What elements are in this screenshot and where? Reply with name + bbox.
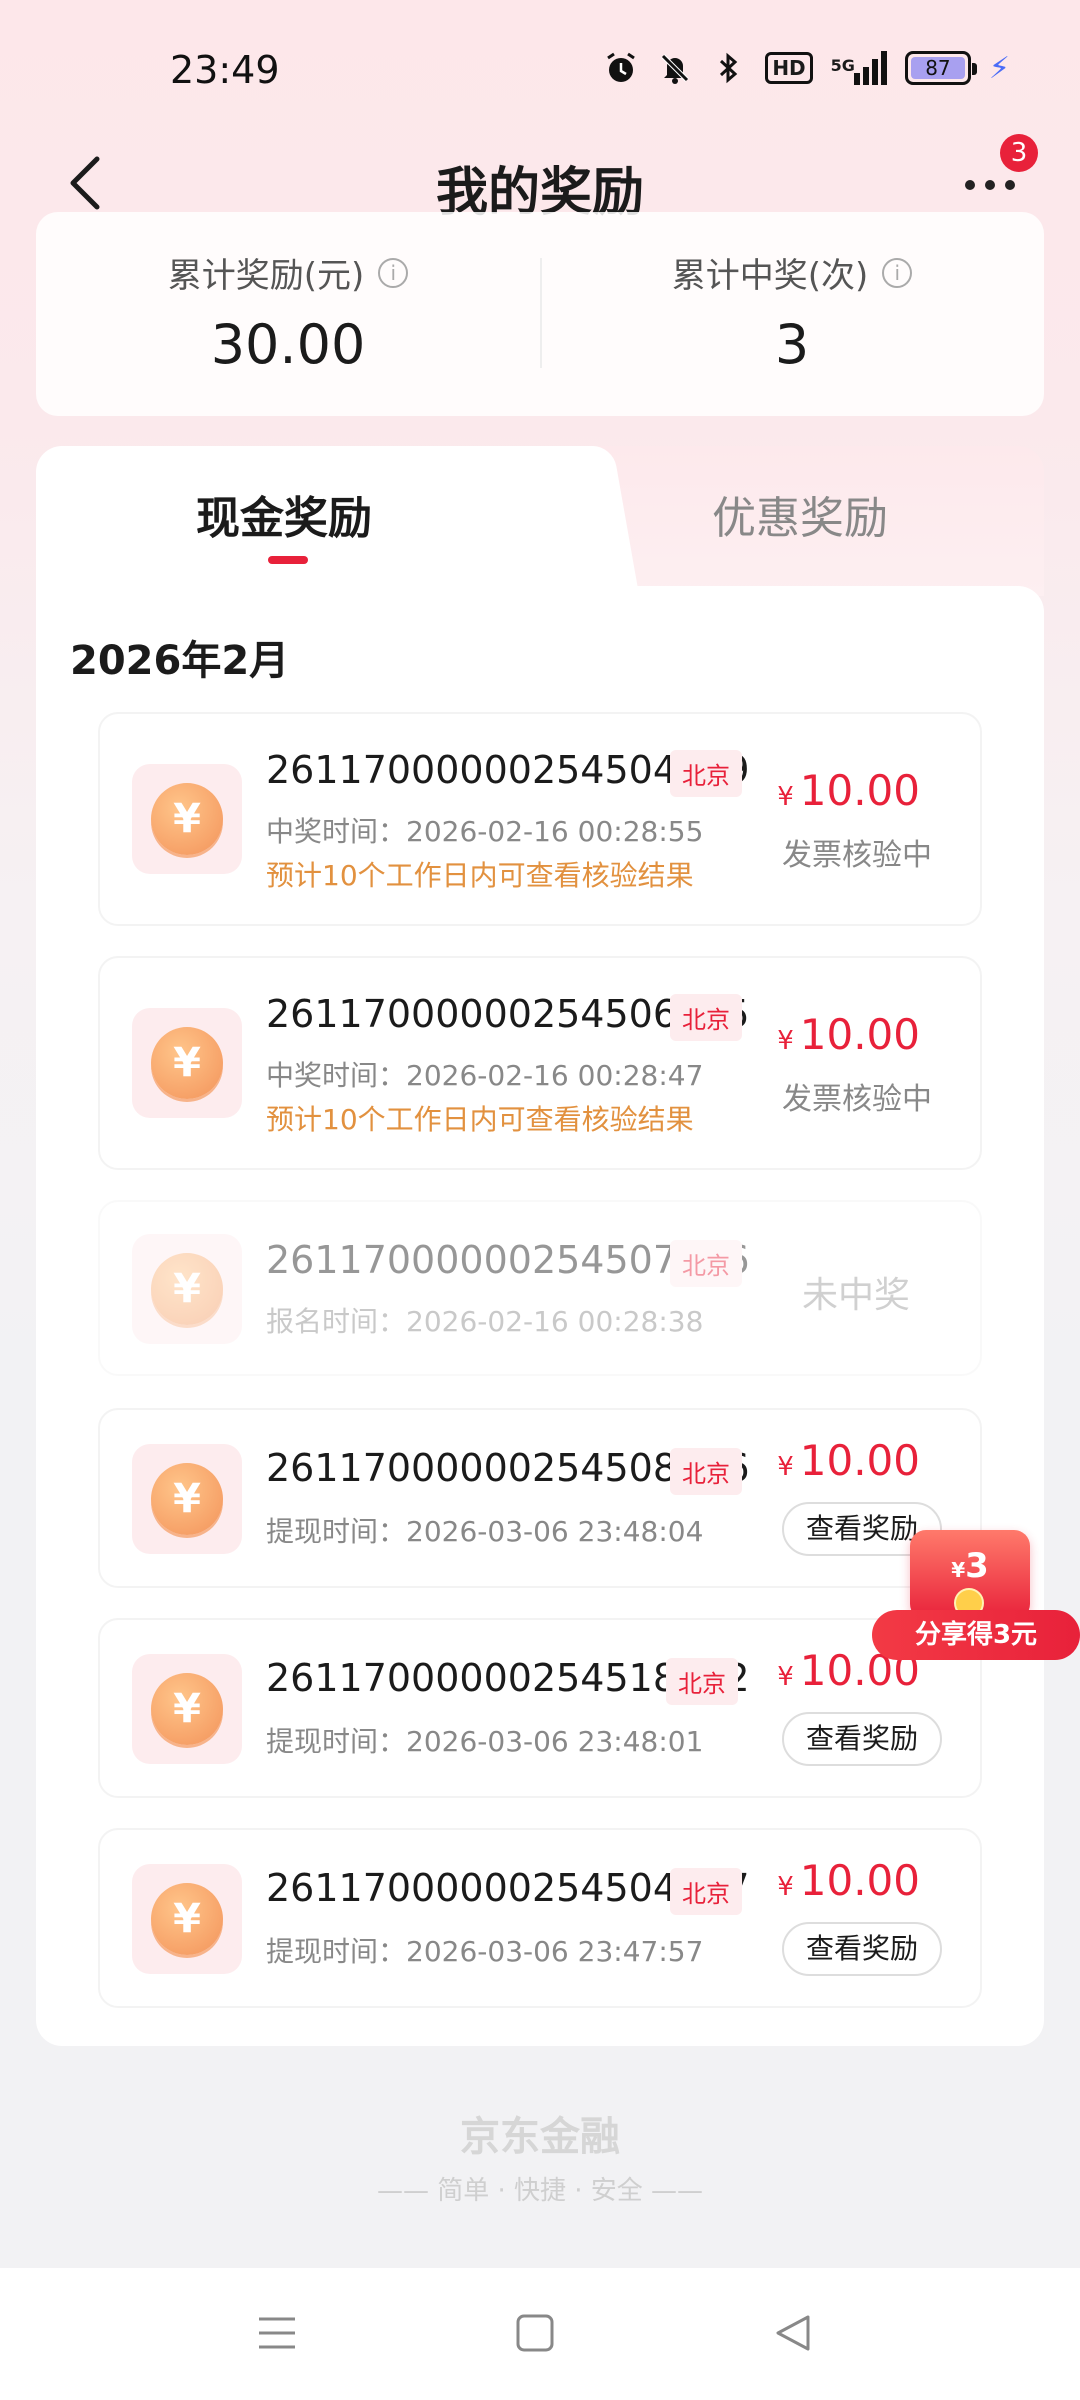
reward-amount: ¥10.00 (777, 766, 920, 815)
more-dots-icon (965, 180, 975, 190)
share-button[interactable]: 分享得3元 (872, 1610, 1080, 1660)
alarm-icon (603, 50, 639, 86)
back-triangle-icon (776, 2315, 810, 2351)
menu-nav-button[interactable] (242, 2298, 312, 2368)
time-line: 中奖时间：2026-02-16 00:28:47 (266, 1059, 704, 1092)
time-line: 提现时间：2026-03-06 23:48:01 (266, 1725, 704, 1758)
reward-item[interactable]: ¥ 26117000000254518682 北京 提现时间：2026-03-0… (98, 1618, 982, 1798)
notification-badge: 3 (1000, 134, 1038, 172)
time-line: 报名时间：2026-02-16 00:28:38 (266, 1305, 704, 1338)
charging-icon: ⚡ (988, 50, 1010, 86)
time-line: 中奖时间：2026-02-16 00:28:55 (266, 815, 704, 848)
info-icon[interactable]: i (378, 257, 409, 288)
total-reward-value: 30.00 (210, 313, 366, 376)
hd-icon: HD (765, 52, 813, 84)
tab-cash-rewards[interactable]: 现金奖励 (196, 482, 372, 546)
reward-item[interactable]: ¥ 26117000000254508326 北京 提现时间：2026-03-0… (98, 1408, 982, 1588)
verify-note: 预计10个工作日内可查看核验结果 (266, 859, 694, 892)
system-nav-bar (0, 2268, 1080, 2400)
city-tag: 北京 (670, 750, 742, 797)
coin-icon: ¥ (132, 1234, 242, 1344)
city-tag: 北京 (670, 1240, 742, 1287)
time-line: 提现时间：2026-03-06 23:48:04 (266, 1515, 704, 1548)
status-icons: HD 5G 87 ⚡ (603, 50, 1010, 86)
mute-bell-icon (657, 50, 693, 86)
city-tag: 北京 (670, 1448, 742, 1495)
brand-logo: 京东金融 (460, 2114, 620, 2160)
info-icon[interactable]: i (882, 257, 913, 288)
total-wins-value: 3 (774, 313, 810, 376)
coin-icon: ¥ (132, 764, 242, 874)
total-wins: 累计中奖(次) i 3 (540, 212, 1044, 416)
time-line: 提现时间：2026-03-06 23:47:57 (266, 1935, 704, 1968)
tab-indicator (268, 556, 308, 564)
verify-note: 预计10个工作日内可查看核验结果 (266, 1103, 694, 1136)
reward-item[interactable]: ¥ 26117000000254504807 北京 提现时间：2026-03-0… (98, 1828, 982, 2008)
coin-icon: ¥ (132, 1444, 242, 1554)
reward-status: 发票核验中 (782, 838, 932, 873)
city-tag: 北京 (670, 994, 742, 1041)
rewards-panel: 现金奖励 优惠奖励 2026年2月 ¥ 26117000000254504999… (36, 446, 1044, 2046)
share-amount: ¥3 (951, 1546, 989, 1586)
brand-slogan: —— 简单 · 快捷 · 安全 —— (376, 2176, 704, 2206)
city-tag: 北京 (666, 1658, 738, 1705)
view-reward-button[interactable]: 查看奖励 (782, 1712, 942, 1766)
coin-icon: ¥ (132, 1008, 242, 1118)
status-time: 23:49 (170, 48, 280, 92)
city-tag: 北京 (670, 1868, 742, 1915)
reward-item[interactable]: ¥ 26117000000254506505 北京 中奖时间：2026-02-1… (98, 956, 982, 1170)
status-bar: 23:49 HD 5G 87 ⚡ (0, 0, 1080, 130)
home-square-icon (516, 2314, 554, 2352)
reward-amount: ¥10.00 (777, 1010, 920, 1059)
reward-amount: ¥10.00 (777, 1856, 920, 1905)
battery-icon: 87 (904, 51, 977, 85)
total-reward: 累计奖励(元) i 30.00 (36, 212, 540, 416)
reward-amount: ¥10.00 (777, 1436, 920, 1485)
total-wins-label: 累计中奖(次) (671, 256, 869, 296)
network-type: 5G (830, 56, 855, 75)
coin-icon: ¥ (132, 1654, 242, 1764)
reward-tabs: 现金奖励 优惠奖励 (36, 446, 1044, 596)
reward-item[interactable]: ¥ 26117000000254507366 北京 报名时间：2026-02-1… (98, 1200, 982, 1376)
month-header: 2026年2月 (70, 638, 290, 684)
view-reward-button[interactable]: 查看奖励 (782, 1922, 942, 1976)
share-widget[interactable]: ¥3 分享得3元 (870, 1530, 1080, 1680)
tab-coupon-rewards[interactable]: 优惠奖励 (712, 482, 888, 546)
bluetooth-icon (711, 50, 747, 86)
reward-status: 发票核验中 (782, 1082, 932, 1117)
signal-icon: 5G (831, 51, 887, 85)
battery-level: 87 (910, 57, 965, 79)
coin-icon: ¥ (132, 1864, 242, 1974)
home-nav-button[interactable] (500, 2298, 570, 2368)
menu-icon (259, 2317, 295, 2349)
reward-list: 2026年2月 ¥ 26117000000254504999 北京 中奖时间：2… (36, 586, 1044, 2046)
total-reward-label: 累计奖励(元) (167, 256, 365, 296)
summary-card: 累计奖励(元) i 30.00 累计中奖(次) i 3 (36, 212, 1044, 416)
back-nav-button[interactable] (758, 2298, 828, 2368)
reward-status: 未中奖 (801, 1275, 910, 1316)
reward-item[interactable]: ¥ 26117000000254504999 北京 中奖时间：2026-02-1… (98, 712, 982, 926)
